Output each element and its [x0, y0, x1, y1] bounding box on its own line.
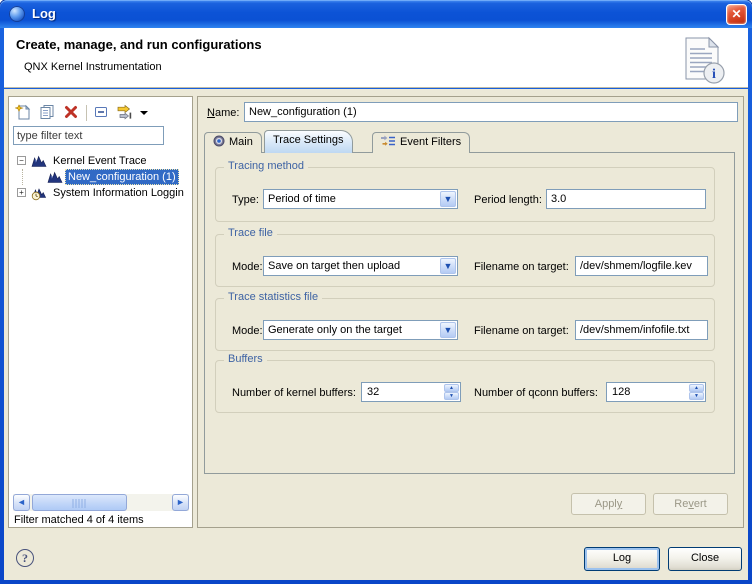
apply-button[interactable]: Apply	[571, 493, 646, 515]
period-length-input[interactable]	[546, 189, 706, 209]
mode-label: Mode:	[232, 261, 263, 273]
group-title: Trace statistics file	[224, 291, 322, 303]
group-title: Trace file	[224, 227, 277, 239]
qconn-buffers-stepper[interactable]: 128 ▲▼	[606, 382, 706, 402]
group-title: Buffers	[224, 353, 267, 365]
type-label: Type:	[232, 194, 259, 206]
statistics-filename-input[interactable]	[575, 320, 708, 340]
tree-item-kernel-event-trace[interactable]: − Kernel Event Trace	[9, 153, 192, 169]
dialog-subtitle: QNX Kernel Instrumentation	[24, 61, 162, 73]
window-title: Log	[32, 0, 56, 27]
titlebar[interactable]: Log ✕	[0, 0, 752, 28]
scroll-left-icon[interactable]: ◄	[13, 494, 30, 511]
combobox-value: Save on target then upload	[268, 260, 437, 272]
stepper-value: 128	[612, 386, 630, 398]
filter-match-status: Filter matched 4 of 4 items	[14, 514, 144, 526]
info-document-icon: i	[678, 35, 728, 85]
delete-x-icon	[63, 104, 79, 120]
app-icon	[9, 6, 25, 22]
collapse-expander-icon[interactable]: −	[17, 156, 26, 165]
trace-filename-input[interactable]	[575, 256, 708, 276]
combobox-value: Generate only on the target	[268, 324, 437, 336]
collapse-all-icon	[93, 104, 109, 120]
log-button[interactable]: Log	[584, 547, 660, 571]
tree-item-label-selected[interactable]: New_configuration (1)	[65, 169, 179, 185]
name-label: Name:	[207, 107, 239, 119]
kernel-buffers-stepper[interactable]: 32 ▲▼	[361, 382, 461, 402]
configuration-detail-panel: Name: Main Trace Settings	[197, 96, 744, 528]
tree-connector	[22, 169, 23, 185]
toolbar-dropdown-icon[interactable]	[140, 111, 148, 115]
close-icon[interactable]: ✕	[726, 4, 747, 25]
filename-label: Filename on target:	[474, 261, 569, 273]
trace-file-group: Trace file Mode: Save on target then upl…	[215, 234, 715, 287]
configurations-panel: − Kernel Event Trace New_configuration (…	[8, 96, 193, 528]
tree-horizontal-scrollbar[interactable]: ◄ ►	[13, 494, 189, 511]
help-icon[interactable]: ?	[16, 549, 34, 567]
chevron-down-icon[interactable]: ▼	[440, 191, 456, 207]
tree-item-new-configuration[interactable]: New_configuration (1)	[9, 169, 192, 185]
scrollbar-thumb[interactable]	[32, 494, 127, 511]
combobox-value: Period of time	[268, 193, 437, 205]
statistics-mode-combobox[interactable]: Generate only on the target ▼	[263, 320, 458, 340]
tracing-type-combobox[interactable]: Period of time ▼	[263, 189, 458, 209]
mode-label: Mode:	[232, 325, 263, 337]
name-input[interactable]	[244, 102, 738, 122]
copy-icon	[39, 104, 55, 120]
dialog-body: − Kernel Event Trace New_configuration (…	[4, 89, 748, 580]
kernel-buffers-label: Number of kernel buffers:	[232, 387, 356, 399]
tab-label: Main	[229, 136, 253, 148]
new-document-icon	[15, 104, 31, 120]
tree-item-system-information[interactable]: + System Information Loggin	[9, 185, 192, 201]
chevron-down-icon[interactable]: ▼	[440, 258, 456, 274]
revert-button[interactable]: Revert	[653, 493, 728, 515]
chevron-down-icon[interactable]: ▼	[440, 322, 456, 338]
expand-expander-icon[interactable]: +	[17, 188, 26, 197]
toolbar-separator	[86, 105, 87, 121]
tree-item-label[interactable]: System Information Loggin	[50, 185, 187, 201]
dialog-title: Create, manage, and run configurations	[16, 37, 262, 52]
trace-file-mode-combobox[interactable]: Save on target then upload ▼	[263, 256, 458, 276]
close-dialog-button[interactable]: Close	[668, 547, 742, 571]
event-filters-tab-icon	[381, 135, 396, 147]
tab-label: Trace Settings	[273, 134, 344, 146]
new-configuration-button[interactable]	[13, 103, 33, 123]
buffers-group: Buffers Number of kernel buffers: 32 ▲▼ …	[215, 360, 715, 413]
group-title: Tracing method	[224, 160, 308, 172]
scroll-right-icon[interactable]: ►	[172, 494, 189, 511]
log-dialog-window: Log ✕ Create, manage, and run configurat…	[0, 0, 752, 584]
dialog-header: Create, manage, and run configurations Q…	[4, 28, 748, 88]
tab-trace-settings[interactable]: Trace Settings	[264, 130, 353, 153]
period-length-label: Period length:	[474, 194, 542, 206]
tree-item-label[interactable]: Kernel Event Trace	[50, 153, 150, 169]
tab-event-filters[interactable]: Event Filters	[372, 132, 470, 153]
tab-label: Event Filters	[400, 136, 461, 148]
filter-input[interactable]	[13, 126, 164, 145]
delete-configuration-button[interactable]	[61, 103, 81, 123]
filter-configurations-button[interactable]	[115, 103, 135, 123]
spin-up-icon[interactable]: ▲	[689, 384, 704, 392]
filename-label: Filename on target:	[474, 325, 569, 337]
trace-settings-tab-panel: Tracing method Type: Period of time ▼ Pe…	[204, 152, 735, 474]
collapse-all-button[interactable]	[91, 103, 111, 123]
main-tab-icon	[213, 135, 225, 147]
spin-down-icon[interactable]: ▼	[444, 392, 459, 400]
spin-down-icon[interactable]: ▼	[689, 392, 704, 400]
filter-arrows-icon	[117, 104, 133, 120]
kernel-trace-icon	[31, 153, 47, 169]
spin-up-icon[interactable]: ▲	[444, 384, 459, 392]
duplicate-configuration-button[interactable]	[37, 103, 57, 123]
kernel-trace-icon	[47, 169, 63, 185]
stepper-value: 32	[367, 386, 379, 398]
configurations-tree: − Kernel Event Trace New_configuration (…	[9, 153, 192, 201]
system-information-icon	[31, 185, 47, 201]
svg-text:i: i	[712, 67, 716, 82]
tab-main[interactable]: Main	[204, 132, 262, 153]
tracing-method-group: Tracing method Type: Period of time ▼ Pe…	[215, 167, 715, 222]
qconn-buffers-label: Number of qconn buffers:	[474, 387, 598, 399]
trace-statistics-group: Trace statistics file Mode: Generate onl…	[215, 298, 715, 351]
